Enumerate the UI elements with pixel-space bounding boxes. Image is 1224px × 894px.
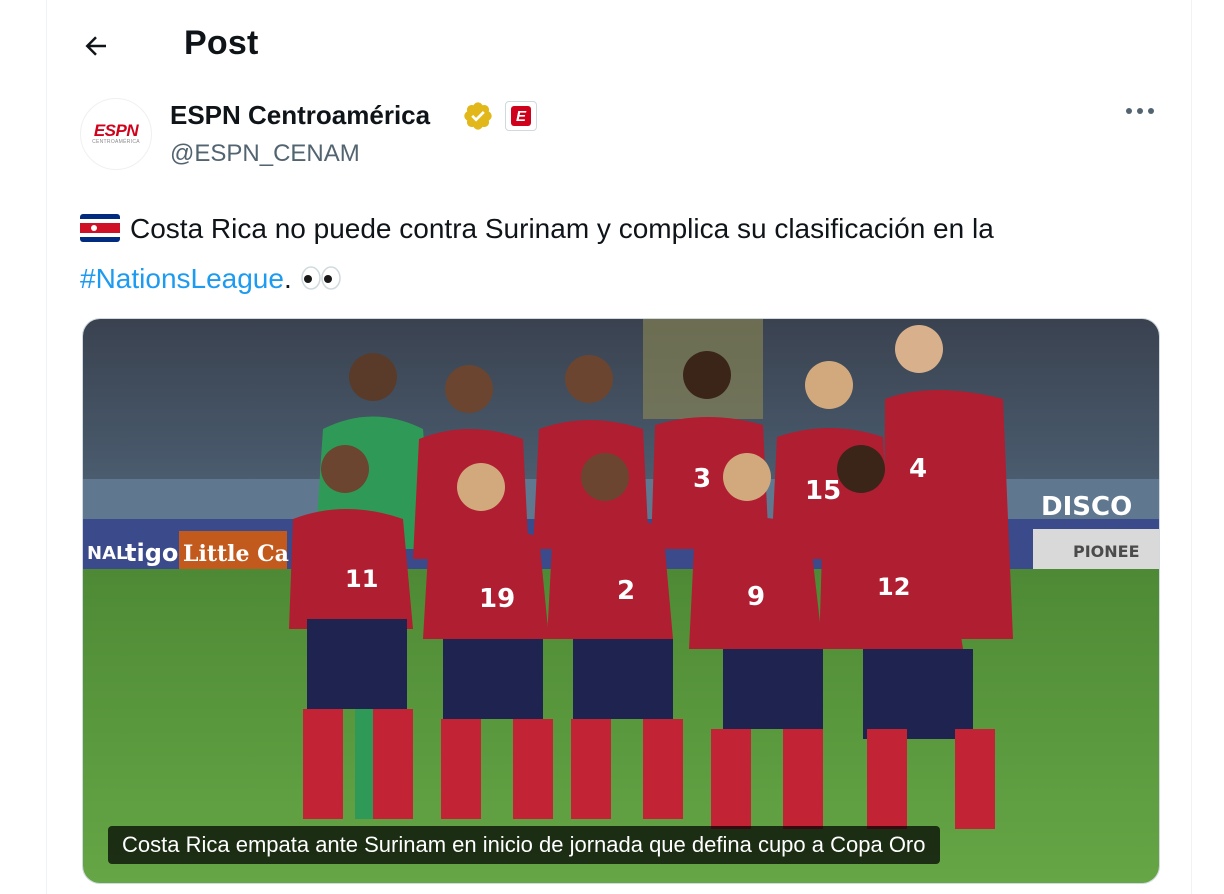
page-title: Post — [184, 24, 259, 62]
ad-text-pioneer: PIONEE — [1073, 542, 1140, 561]
jersey-number-9: 9 — [747, 582, 765, 612]
ad-text-nal: NAL — [87, 543, 127, 564]
avatar[interactable]: ESPN CENTROAMÉRICA — [80, 98, 152, 170]
arrow-left-icon — [85, 36, 106, 56]
jersey-number-4: 4 — [909, 454, 927, 484]
costa-rica-flag-icon — [80, 214, 120, 242]
team-photo: NAL tigo Little Ca DISCO PIONEE 3 15 4 1… — [83, 319, 1159, 883]
tweet-suffix: . — [283, 263, 292, 294]
eyes-emoji-icon — [300, 266, 341, 290]
jersey-number-2: 2 — [617, 576, 635, 606]
espn-logo: ESPN — [93, 121, 139, 140]
affiliate-badge[interactable]: E — [505, 101, 537, 131]
tweet-media-photo[interactable]: NAL tigo Little Ca DISCO PIONEE 3 15 4 1… — [82, 318, 1160, 884]
jersey-number-19: 19 — [479, 584, 515, 614]
jersey-number-15: 15 — [805, 476, 841, 506]
tweet-text: Costa Rica no puede contra Surinam y com… — [80, 204, 1170, 304]
jersey-number-11: 11 — [345, 565, 378, 593]
espn-affiliate-icon: E — [511, 106, 531, 126]
back-button[interactable] — [78, 28, 114, 64]
verified-gold-badge-icon[interactable] — [462, 100, 494, 132]
ad-text-disco: DISCO — [1041, 492, 1132, 522]
tweet-body: Costa Rica no puede contra Surinam y com… — [130, 213, 994, 244]
jersey-number-12: 12 — [877, 573, 910, 601]
media-caption: Costa Rica empata ante Surinam en inicio… — [108, 826, 940, 864]
ad-text-littlecaesars: Little Ca — [183, 541, 289, 567]
ad-text-tigo: tigo — [125, 539, 178, 567]
jersey-number-3: 3 — [693, 464, 711, 494]
more-options-button[interactable] — [1120, 96, 1160, 126]
author-display-name[interactable]: ESPN Centroamérica — [170, 100, 430, 131]
affiliate-badge-letter: E — [516, 108, 527, 125]
author-handle[interactable]: @ESPN_CENAM — [170, 140, 360, 168]
hashtag-link[interactable]: #NationsLeague — [80, 263, 284, 294]
espn-logo-subtext: CENTROAMÉRICA — [92, 139, 140, 145]
more-horizontal-icon — [1126, 108, 1154, 114]
